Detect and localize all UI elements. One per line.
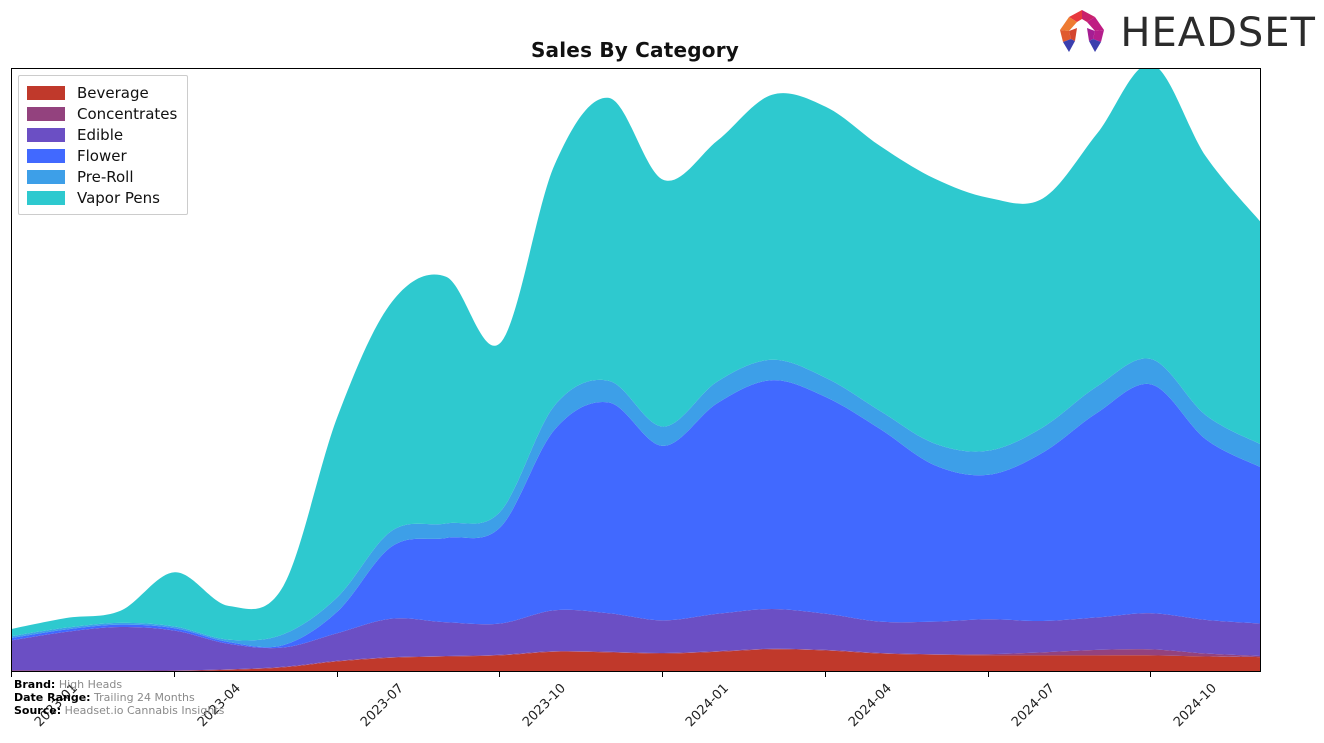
legend-item-label: Concentrates — [77, 104, 178, 123]
footnote-line: Source: Headset.io Cannabis Insights — [14, 704, 224, 717]
x-axis-tick-label: 2024-04 — [845, 681, 895, 731]
brand-logo-text: HEADSET — [1120, 10, 1316, 56]
x-axis-tick-mark — [824, 672, 826, 677]
x-axis-tick-label: 2023-07 — [357, 681, 407, 731]
legend-item[interactable]: Flower — [27, 145, 177, 166]
legend-swatch-icon — [27, 85, 65, 100]
footnote-key: Source: — [14, 704, 62, 717]
legend-item[interactable]: Pre-Roll — [27, 166, 177, 187]
legend-item-label: Flower — [77, 146, 127, 165]
brand-logo: HEADSET — [1052, 8, 1316, 58]
x-axis-tick-mark — [662, 672, 664, 677]
footnote-value: High Heads — [55, 678, 123, 691]
legend-swatch-icon — [27, 190, 65, 205]
footnote-value: Headset.io Cannabis Insights — [61, 704, 225, 717]
x-axis-tick-label: 2024-07 — [1008, 681, 1058, 731]
legend-item[interactable]: Beverage — [27, 82, 177, 103]
x-axis-tick-mark — [987, 672, 989, 677]
footnote-key: Brand: — [14, 678, 56, 691]
footnote-key: Date Range: — [14, 691, 91, 704]
legend-item[interactable]: Vapor Pens — [27, 187, 177, 208]
footnote-line: Date Range: Trailing 24 Months — [14, 691, 224, 704]
x-axis-tick-label: 2024-01 — [683, 681, 733, 731]
x-axis-tick-mark — [499, 672, 501, 677]
legend-item-label: Vapor Pens — [77, 188, 160, 207]
x-axis-tick-mark — [11, 672, 12, 677]
stacked-area-chart — [12, 69, 1260, 671]
legend-item[interactable]: Concentrates — [27, 103, 177, 124]
x-axis-tick-mark — [173, 672, 175, 677]
legend-swatch-icon — [27, 169, 65, 184]
x-axis-tick-mark — [336, 672, 338, 677]
legend-item[interactable]: Edible — [27, 124, 177, 145]
x-axis-tick-label: 2023-10 — [520, 681, 570, 731]
legend-swatch-icon — [27, 148, 65, 163]
plot-area — [11, 68, 1261, 672]
legend-item-label: Beverage — [77, 83, 149, 102]
chart-footnotes: Brand: High Heads Date Range: Trailing 24… — [14, 678, 224, 717]
footnote-value: Trailing 24 Months — [90, 691, 195, 704]
legend-item-label: Pre-Roll — [77, 167, 134, 186]
chart-legend: Beverage Concentrates Edible Flower Pre-Roll… — [18, 75, 189, 215]
x-axis-tick-mark — [1150, 672, 1152, 677]
legend-swatch-icon — [27, 106, 65, 121]
legend-swatch-icon — [27, 127, 65, 142]
headset-arch-logo-icon — [1052, 8, 1112, 58]
legend-item-label: Edible — [77, 125, 124, 144]
x-axis-tick-label: 2024-10 — [1171, 681, 1221, 731]
footnote-line: Brand: High Heads — [14, 678, 224, 691]
